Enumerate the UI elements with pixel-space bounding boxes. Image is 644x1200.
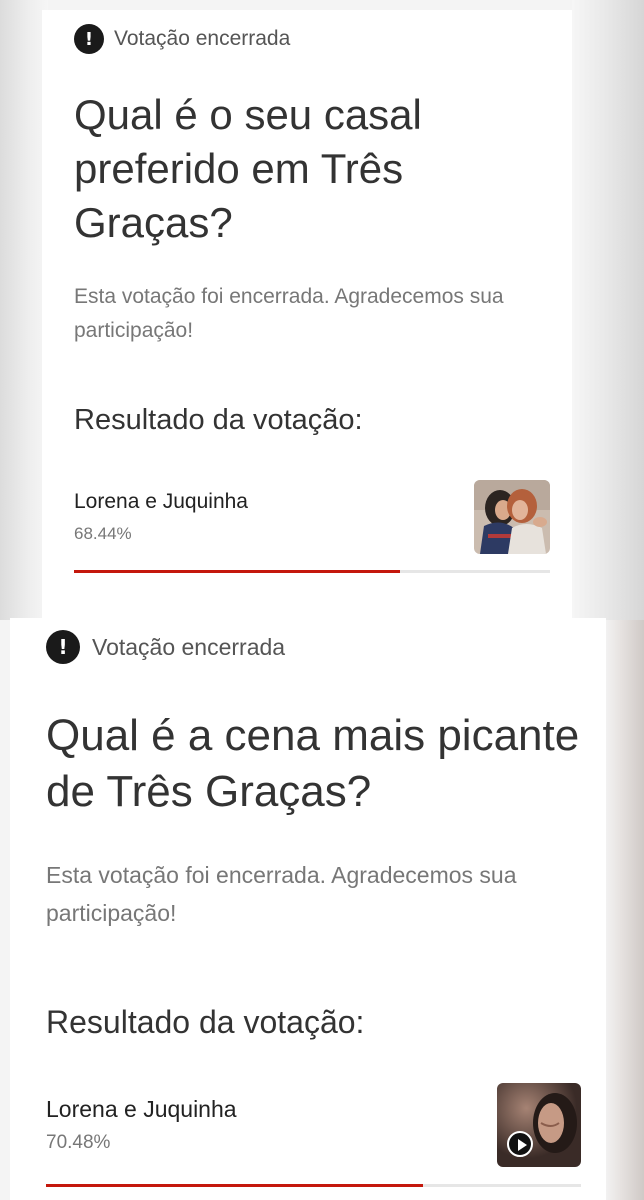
photo-image (474, 480, 550, 554)
exclamation-icon: ! (46, 630, 80, 664)
results-heading: Resultado da votação: (74, 404, 363, 436)
poll-closed-message: Esta votação foi encerrada. Agradecemos … (74, 285, 504, 342)
result-progress-fill (74, 570, 400, 573)
result-progress-bar (74, 570, 550, 573)
result-option-name: Lorena e Juquinha (46, 1096, 237, 1122)
background-blur-right (572, 0, 644, 620)
exclamation-icon: ! (74, 24, 104, 54)
result-percentage: 70.48% (46, 1132, 111, 1153)
result-progress-fill (46, 1184, 424, 1187)
poll-question: Qual é a cena mais picante de Três Graça… (46, 711, 580, 816)
poll-status-text: Votação encerrada (114, 27, 291, 50)
poll-card: ! Votação encerrada Qual é a cena mais p… (10, 618, 606, 1200)
video-thumbnail[interactable] (497, 1083, 581, 1167)
video-image (497, 1083, 581, 1167)
result-percentage: 68.44% (74, 524, 132, 543)
background-blur-right-lower (604, 620, 644, 1200)
play-icon[interactable] (507, 1131, 533, 1157)
poll-status: ! Votação encerrada (46, 630, 285, 664)
poll-closed-message: Esta votação foi encerrada. Agradecemos … (46, 862, 517, 926)
background-blur-left (0, 0, 48, 620)
poll-question: Qual é o seu casal preferido em Três Gra… (74, 91, 422, 246)
poll-status-text: Votação encerrada (92, 633, 286, 660)
poll-card: ! Votação encerrada Qual é o seu casal p… (42, 10, 572, 618)
results-heading: Resultado da votação: (46, 1004, 365, 1040)
result-option-name: Lorena e Juquinha (74, 490, 248, 513)
result-progress-bar (46, 1184, 581, 1187)
couple-photo-thumbnail[interactable] (474, 480, 550, 554)
poll-status: ! Votação encerrada (74, 24, 290, 54)
